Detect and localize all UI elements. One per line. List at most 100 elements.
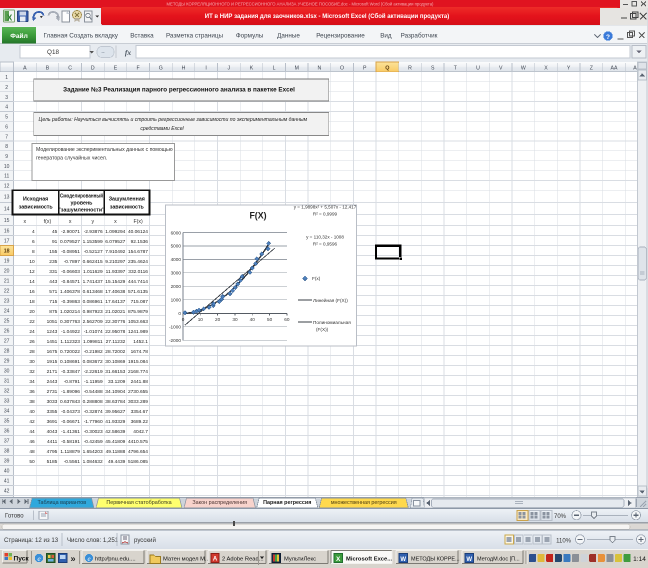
svg-text:?: ? xyxy=(606,34,610,41)
svg-text:10: 10 xyxy=(29,259,35,265)
svg-text:0.079527: 0.079527 xyxy=(60,239,80,245)
svg-text:W: W xyxy=(400,557,406,563)
svg-text:3354.67: 3354.67 xyxy=(131,409,149,415)
svg-text:L: L xyxy=(273,65,276,71)
svg-text:26: 26 xyxy=(4,329,10,335)
svg-text:16: 16 xyxy=(4,229,10,235)
svg-text:AA: AA xyxy=(611,65,618,71)
svg-text:235: 235 xyxy=(49,259,57,265)
svg-text:4000: 4000 xyxy=(171,257,182,262)
svg-text:"зашумленности": "зашумленности" xyxy=(58,207,105,213)
svg-text:1674.78: 1674.78 xyxy=(131,349,149,355)
svg-text:875.9879: 875.9879 xyxy=(128,309,148,315)
svg-text:154.6787: 154.6787 xyxy=(128,249,148,255)
svg-text:-2.93876: -2.93876 xyxy=(84,229,103,235)
svg-text:1.084632: 1.084632 xyxy=(83,459,103,465)
svg-text:Страница: 12 из 13: Страница: 12 из 13 xyxy=(4,537,59,544)
svg-text:Создать вкладку: Создать вкладку xyxy=(69,33,119,40)
svg-text:6: 6 xyxy=(5,124,8,130)
svg-text:0.108691: 0.108691 xyxy=(60,359,80,365)
svg-text:H: H xyxy=(182,65,186,71)
svg-text:2168.774: 2168.774 xyxy=(128,369,148,375)
svg-text:1451: 1451 xyxy=(47,339,58,345)
svg-text:3033: 3033 xyxy=(47,399,58,405)
svg-text:4796.654: 4796.654 xyxy=(128,449,148,455)
svg-text:R: R xyxy=(408,65,412,71)
svg-text:1452.1: 1452.1 xyxy=(133,339,148,345)
svg-text:2171: 2171 xyxy=(47,369,58,375)
svg-text:331: 331 xyxy=(49,269,57,275)
svg-text:y = 110,32x - 1008: y = 110,32x - 1008 xyxy=(306,235,344,240)
svg-text:-0.04373: -0.04373 xyxy=(61,409,80,415)
svg-text:Данные: Данные xyxy=(277,33,300,40)
svg-text:-0.5561: -0.5561 xyxy=(64,459,81,465)
svg-text:генератора случайных чисел.: генератора случайных чисел. xyxy=(36,155,107,162)
svg-text:32: 32 xyxy=(29,369,35,375)
svg-text:19: 19 xyxy=(4,259,10,265)
svg-text:X: X xyxy=(336,556,341,563)
svg-text:50: 50 xyxy=(29,459,35,465)
svg-text:5: 5 xyxy=(5,115,8,121)
svg-text:-1.89096: -1.89096 xyxy=(61,389,80,395)
svg-text:C: C xyxy=(68,65,72,71)
svg-text:Разработчик: Разработчик xyxy=(401,32,438,40)
svg-text:2441.88: 2441.88 xyxy=(131,379,149,385)
svg-text:-0.32874: -0.32874 xyxy=(84,409,103,415)
svg-text:23: 23 xyxy=(4,299,10,305)
svg-text:e: e xyxy=(87,555,90,563)
svg-text:ИТ в НИР задания для заочников: ИТ в НИР задания для заочников.xlsx - Mi… xyxy=(205,13,449,20)
svg-text:30: 30 xyxy=(4,369,10,375)
svg-text:39.95627: 39.95627 xyxy=(105,409,125,415)
svg-text:10: 10 xyxy=(4,164,10,170)
svg-text:37: 37 xyxy=(4,439,10,445)
svg-text:J: J xyxy=(227,65,230,71)
svg-text:15.15429: 15.15429 xyxy=(105,279,125,285)
svg-text:Главная: Главная xyxy=(44,33,68,40)
svg-text:26: 26 xyxy=(29,339,35,345)
svg-text:-0.8791: -0.8791 xyxy=(64,379,81,385)
svg-text:875: 875 xyxy=(49,309,57,315)
svg-text:F(X): F(X) xyxy=(249,211,266,221)
svg-text:17.64137: 17.64137 xyxy=(105,299,125,305)
svg-text:60: 60 xyxy=(284,317,290,322)
svg-text:-1.77960: -1.77960 xyxy=(84,419,103,425)
svg-text:x: x xyxy=(69,219,72,225)
svg-text:7.910492: 7.910492 xyxy=(105,249,125,255)
svg-text:110%: 110% xyxy=(556,538,572,544)
svg-text:F(x): F(x) xyxy=(134,219,143,225)
svg-text:11.93397: 11.93397 xyxy=(106,269,126,275)
svg-text:1675: 1675 xyxy=(47,349,58,355)
svg-text:3691: 3691 xyxy=(47,419,58,425)
svg-text:-0.84571: -0.84571 xyxy=(61,279,80,285)
svg-text:уровень: уровень xyxy=(71,201,94,207)
svg-text:V: V xyxy=(499,65,503,71)
svg-text:-1.11959: -1.11959 xyxy=(84,379,103,385)
svg-text:6000: 6000 xyxy=(171,230,182,235)
svg-text:6.079527: 6.079527 xyxy=(105,239,125,245)
svg-text:Смоделированный: Смоделированный xyxy=(60,193,103,200)
svg-text:-0.30023: -0.30023 xyxy=(84,429,103,435)
svg-text:0.987923: 0.987923 xyxy=(83,309,103,315)
svg-text:3000: 3000 xyxy=(171,271,182,276)
svg-text:0: 0 xyxy=(178,311,181,316)
svg-text:31: 31 xyxy=(4,379,10,385)
svg-text:40: 40 xyxy=(250,317,256,322)
svg-text:(F(X)): (F(X)) xyxy=(316,327,329,332)
svg-text:1.099294: 1.099294 xyxy=(105,229,125,235)
svg-text:36: 36 xyxy=(29,389,35,395)
svg-text:зависимость: зависимость xyxy=(19,204,54,210)
svg-text:Вид: Вид xyxy=(380,33,392,40)
svg-text:F(x): F(x) xyxy=(312,276,321,281)
svg-text:МетодМ.doc [П...: МетодМ.doc [П... xyxy=(477,557,520,563)
svg-text:571: 571 xyxy=(49,289,57,295)
svg-text:-2.90071: -2.90071 xyxy=(61,229,80,235)
svg-text:0.288808: 0.288808 xyxy=(83,399,103,405)
svg-text:42: 42 xyxy=(29,419,35,425)
svg-text:-1.04922: -1.04922 xyxy=(61,329,80,335)
svg-text:fx: fx xyxy=(125,48,131,57)
svg-text:1.011629: 1.011629 xyxy=(83,269,103,275)
svg-text:зависимость: зависимость xyxy=(110,204,145,210)
svg-text:45.41809: 45.41809 xyxy=(105,439,125,445)
svg-text:Z: Z xyxy=(590,65,593,71)
svg-text:32: 32 xyxy=(4,389,10,395)
